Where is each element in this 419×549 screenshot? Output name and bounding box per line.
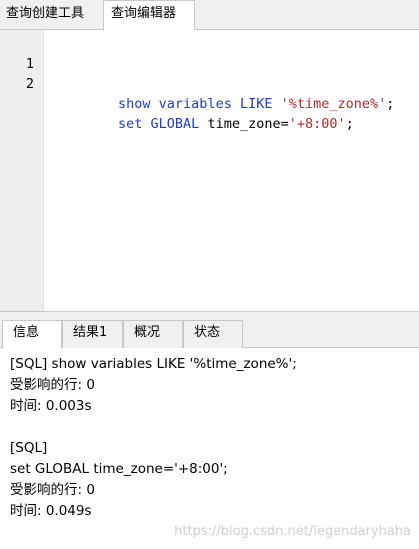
tab-query-editor[interactable]: 查询编辑器 xyxy=(103,0,195,31)
message-line: 受影响的行: 0 xyxy=(10,482,95,498)
sql-plain-token: ; xyxy=(345,116,354,132)
line-number: 2 xyxy=(25,76,34,92)
message-line xyxy=(10,417,410,438)
sql-plain-token: ; xyxy=(386,96,395,112)
results-tab-bar: 信息 结果1 概况 状态 xyxy=(0,312,419,349)
message-line: [SQL] show variables LIKE '%time_zone%'; xyxy=(10,356,297,372)
code-line[interactable]: 2 set GLOBAL time_zone='+8:00'; xyxy=(0,54,419,132)
editor-tab-bar: 查询创建工具 查询编辑器 xyxy=(0,0,419,31)
tab-profile[interactable]: 概况 xyxy=(123,320,183,348)
code-text[interactable]: set GLOBAL time_zone='+8:00'; xyxy=(53,94,354,154)
message-line: 时间: 0.003s xyxy=(10,398,92,414)
tab-message[interactable]: 信息 xyxy=(2,320,62,349)
code-line[interactable]: 1 show variables LIKE '%time_zone%'; xyxy=(0,34,419,112)
message-line: 时间: 0.049s xyxy=(10,503,92,519)
query-window: 查询创建工具 查询编辑器 1 show variables LIKE '%tim… xyxy=(0,0,419,549)
tab-result-1[interactable]: 结果1 xyxy=(62,320,123,348)
sql-plain-token: time_zone= xyxy=(207,116,289,132)
message-line: set GLOBAL time_zone='+8:00'; xyxy=(10,461,228,477)
watermark: https://blog.csdn.net/legendaryhaha xyxy=(174,524,411,539)
results-panel: 信息 结果1 概况 状态 [SQL] show variables LIKE '… xyxy=(0,311,419,549)
tab-query-builder[interactable]: 查询创建工具 xyxy=(0,2,101,30)
sql-string-token: '+8:00' xyxy=(288,116,346,132)
message-line: 受影响的行: 0 xyxy=(10,377,95,393)
sql-keyword-token: set GLOBAL xyxy=(118,116,208,132)
sql-editor[interactable]: 1 show variables LIKE '%time_zone%'; 2 s… xyxy=(0,30,419,311)
message-output[interactable]: [SQL] show variables LIKE '%time_zone%';… xyxy=(10,354,410,522)
message-line: [SQL] xyxy=(10,440,48,456)
tab-status[interactable]: 状态 xyxy=(183,320,243,348)
